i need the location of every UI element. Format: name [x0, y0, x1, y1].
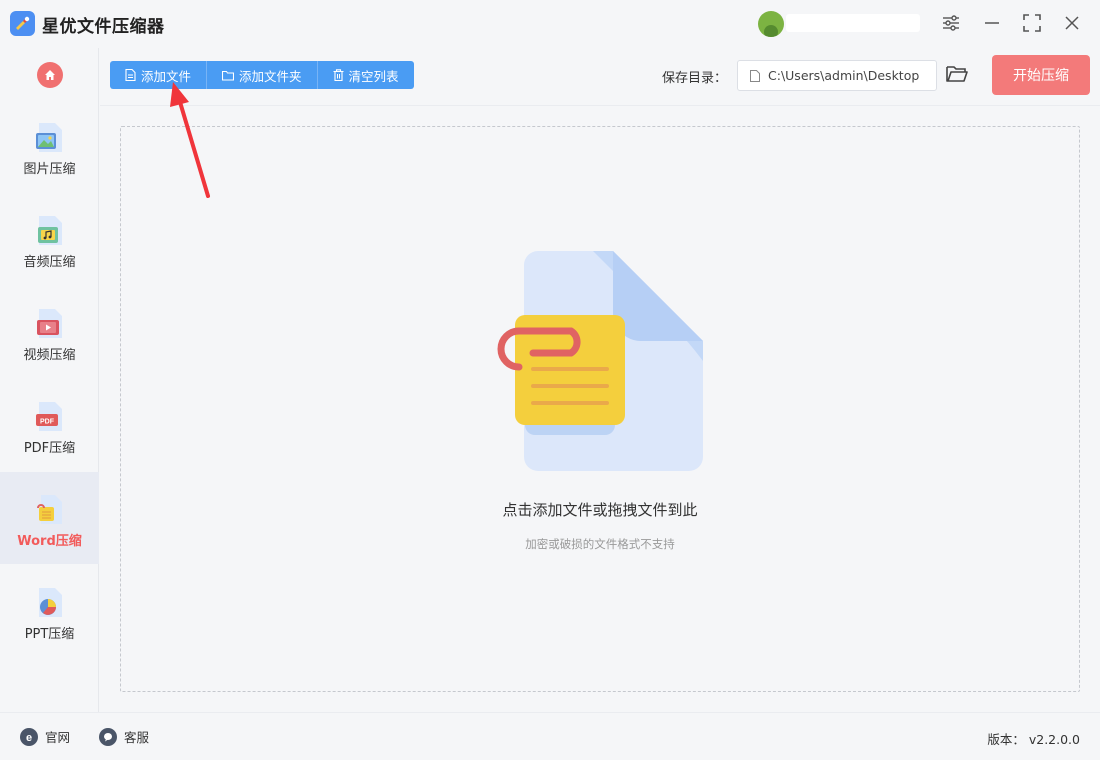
username-field[interactable] — [786, 14, 920, 32]
user-avatar[interactable] — [758, 11, 784, 37]
svg-text:PDF: PDF — [40, 419, 55, 426]
sidebar-item-pdf[interactable]: PDF PDF压缩 — [0, 379, 99, 471]
sidebar-item-label: 图片压缩 — [23, 162, 76, 177]
file-drop-zone[interactable]: 点击添加文件或拖拽文件到此 加密或破损的文件格式不支持 — [120, 126, 1080, 692]
sidebar-item-label: 视频压缩 — [23, 348, 76, 363]
settings-sliders-icon[interactable] — [940, 12, 962, 34]
app-title: 星优文件压缩器 — [42, 17, 165, 37]
ppt-file-icon — [39, 588, 62, 617]
file-outline-icon — [750, 69, 760, 82]
trash-icon — [333, 69, 344, 81]
drop-instruction: 点击添加文件或拖拽文件到此 — [502, 501, 698, 519]
title-bar: 星优文件压缩器 — [0, 0, 1100, 48]
app-logo-icon — [10, 11, 35, 36]
version-number: v2.2.0.0 — [1028, 732, 1080, 747]
sidebar-item-word[interactable]: Word压缩 — [0, 472, 99, 564]
clear-list-label: 清空列表 — [348, 68, 399, 84]
website-link[interactable]: e 官网 — [20, 727, 70, 746]
maximize-icon[interactable] — [1021, 12, 1043, 34]
sidebar-item-label: 音频压缩 — [23, 255, 76, 270]
audio-file-icon — [38, 216, 62, 245]
clear-list-button[interactable]: 清空列表 — [318, 61, 414, 89]
browse-folder-icon[interactable] — [946, 64, 968, 86]
sidebar-item-label: Word压缩 — [17, 534, 82, 549]
document-illustration — [497, 251, 703, 471]
file-icon — [125, 69, 136, 81]
version-label: 版本： — [987, 732, 1025, 747]
sidebar-item-label: PPT压缩 — [24, 627, 75, 642]
sidebar: 图片压缩 音频压缩 视频压缩 PDF PDF压缩 Word压缩 PPT压缩 — [0, 48, 99, 712]
folder-icon — [222, 70, 235, 81]
sidebar-item-video[interactable]: 视频压缩 — [0, 286, 99, 378]
version-info: 版本： v2.2.0.0 — [987, 729, 1080, 748]
home-icon[interactable] — [37, 62, 63, 88]
word-file-icon — [37, 495, 62, 524]
sidebar-item-label: PDF压缩 — [23, 441, 76, 456]
file-button-group: 添加文件 添加文件夹 清空列表 — [110, 61, 414, 89]
sidebar-item-ppt[interactable]: PPT压缩 — [0, 565, 99, 657]
add-folder-button[interactable]: 添加文件夹 — [207, 61, 318, 89]
annotation-arrow — [170, 82, 210, 198]
toolbar: 添加文件 添加文件夹 清空列表 保存目录： C:\Users\admin\Des… — [100, 48, 1100, 106]
chat-bubble-icon — [99, 727, 117, 746]
save-directory-label: 保存目录： — [662, 71, 728, 86]
main-content: 点击添加文件或拖拽文件到此 加密或破损的文件格式不支持 — [100, 107, 1100, 712]
ie-globe-icon: e — [20, 727, 38, 746]
add-folder-label: 添加文件夹 — [239, 68, 302, 84]
close-icon[interactable] — [1061, 12, 1083, 34]
video-file-icon — [37, 309, 62, 338]
image-file-icon — [36, 123, 62, 152]
save-path-value: C:\Users\admin\Desktop — [768, 68, 920, 83]
support-link[interactable]: 客服 — [99, 727, 149, 746]
footer: e 官网 客服 版本： v2.2.0.0 — [0, 712, 1100, 760]
pdf-file-icon: PDF — [36, 402, 62, 431]
sidebar-item-image[interactable]: 图片压缩 — [0, 100, 99, 192]
drop-hint: 加密或破损的文件格式不支持 — [525, 537, 675, 551]
start-compress-button[interactable]: 开始压缩 — [992, 55, 1090, 95]
sidebar-item-audio[interactable]: 音频压缩 — [0, 193, 99, 285]
website-label: 官网 — [45, 730, 71, 745]
save-path-field[interactable]: C:\Users\admin\Desktop — [737, 60, 937, 91]
support-label: 客服 — [124, 730, 150, 745]
minimize-icon[interactable] — [981, 12, 1003, 34]
svg-text:e: e — [26, 732, 32, 743]
